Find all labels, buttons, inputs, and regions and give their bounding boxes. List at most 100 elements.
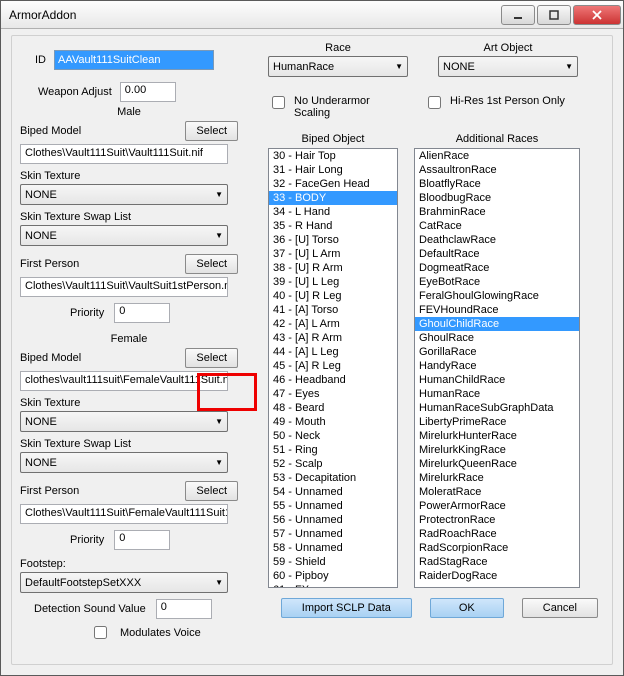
footstep-dropdown[interactable]: DefaultFootstepSetXXX▼	[20, 572, 228, 593]
list-item[interactable]: MirelurkQueenRace	[415, 457, 579, 471]
list-item[interactable]: 30 - Hair Top	[269, 149, 397, 163]
modulates-voice-checkbox[interactable]	[94, 626, 107, 639]
list-item[interactable]: RadStagRace	[415, 555, 579, 569]
list-item[interactable]: 53 - Decapitation	[269, 471, 397, 485]
weapon-adjust-input[interactable]: 0.00	[120, 82, 176, 102]
list-item[interactable]: 43 - [A] R Arm	[269, 331, 397, 345]
list-item[interactable]: 59 - Shield	[269, 555, 397, 569]
list-item[interactable]: RaiderDogRace	[415, 569, 579, 583]
list-item[interactable]: 51 - Ring	[269, 443, 397, 457]
female-biped-path[interactable]: clothes\vault111suit\FemaleVault111Suit.…	[20, 371, 228, 391]
minimize-button[interactable]	[501, 5, 535, 25]
list-item[interactable]: 33 - BODY	[269, 191, 397, 205]
list-item[interactable]: BloodbugRace	[415, 191, 579, 205]
list-item[interactable]: 47 - Eyes	[269, 387, 397, 401]
biped-object-list[interactable]: 30 - Hair Top31 - Hair Long32 - FaceGen …	[268, 148, 398, 588]
list-item[interactable]: 48 - Beard	[269, 401, 397, 415]
female-skin-texture-dropdown[interactable]: NONE▼	[20, 411, 228, 432]
list-item[interactable]: ProtectronRace	[415, 513, 579, 527]
list-item[interactable]: 52 - Scalp	[269, 457, 397, 471]
list-item[interactable]: DefaultRace	[415, 247, 579, 261]
list-item[interactable]: 58 - Unnamed	[269, 541, 397, 555]
male-first-person-path[interactable]: Clothes\Vault111Suit\VaultSuit1stPerson.…	[20, 277, 228, 297]
male-first-person-select-button[interactable]: Select	[185, 254, 238, 274]
additional-races-list[interactable]: AlienRaceAssaultronRaceBloatflyRaceBlood…	[414, 148, 580, 588]
id-input[interactable]	[54, 50, 214, 70]
list-item[interactable]: GhoulRace	[415, 331, 579, 345]
list-item[interactable]: 54 - Unnamed	[269, 485, 397, 499]
list-item[interactable]: EyeBotRace	[415, 275, 579, 289]
list-item[interactable]: 44 - [A] L Leg	[269, 345, 397, 359]
list-item[interactable]: AssaultronRace	[415, 163, 579, 177]
list-item[interactable]: FEVHoundRace	[415, 303, 579, 317]
list-item[interactable]: 41 - [A] Torso	[269, 303, 397, 317]
race-dropdown[interactable]: HumanRace▼	[268, 56, 408, 77]
list-item[interactable]: 37 - [U] L Arm	[269, 247, 397, 261]
list-item[interactable]: BloatflyRace	[415, 177, 579, 191]
list-item[interactable]: 57 - Unnamed	[269, 527, 397, 541]
chevron-down-icon: ▼	[215, 231, 223, 240]
list-item[interactable]: 40 - [U] R Leg	[269, 289, 397, 303]
list-item[interactable]: 34 - L Hand	[269, 205, 397, 219]
list-item[interactable]: 38 - [U] R Arm	[269, 261, 397, 275]
list-item[interactable]: 50 - Neck	[269, 429, 397, 443]
list-item[interactable]: BrahminRace	[415, 205, 579, 219]
cancel-button[interactable]: Cancel	[522, 598, 598, 618]
detection-input[interactable]: 0	[156, 599, 212, 619]
list-item[interactable]: 35 - R Hand	[269, 219, 397, 233]
list-item[interactable]: 61 - FX	[269, 583, 397, 588]
list-item[interactable]: RadScorpionRace	[415, 541, 579, 555]
male-priority-input[interactable]: 0	[114, 303, 170, 323]
list-item[interactable]: 36 - [U] Torso	[269, 233, 397, 247]
male-skin-texture-dropdown[interactable]: NONE▼	[20, 184, 228, 205]
list-item[interactable]: 45 - [A] R Leg	[269, 359, 397, 373]
list-item[interactable]: 32 - FaceGen Head	[269, 177, 397, 191]
male-biped-select-button[interactable]: Select	[185, 121, 238, 141]
list-item[interactable]: 55 - Unnamed	[269, 499, 397, 513]
list-item[interactable]: HandyRace	[415, 359, 579, 373]
list-item[interactable]: FeralGhoulGlowingRace	[415, 289, 579, 303]
ok-button[interactable]: OK	[430, 598, 504, 618]
list-item[interactable]: HumanChildRace	[415, 373, 579, 387]
male-skin-swap-label: Skin Texture Swap List	[20, 211, 238, 223]
additional-races-title: Additional Races	[414, 133, 580, 145]
male-skin-swap-dropdown[interactable]: NONE▼	[20, 225, 228, 246]
no-underarmor-checkbox[interactable]	[272, 96, 285, 109]
list-item[interactable]: AlienRace	[415, 149, 579, 163]
list-item[interactable]: DeathclawRace	[415, 233, 579, 247]
list-item[interactable]: 46 - Headband	[269, 373, 397, 387]
list-item[interactable]: HumanRaceSubGraphData	[415, 401, 579, 415]
titlebar[interactable]: ArmorAddon	[1, 1, 623, 29]
list-item[interactable]: 39 - [U] L Leg	[269, 275, 397, 289]
list-item[interactable]: GhoulChildRace	[415, 317, 579, 331]
list-item[interactable]: GorillaRace	[415, 345, 579, 359]
maximize-button[interactable]	[537, 5, 571, 25]
list-item[interactable]: 42 - [A] L Arm	[269, 317, 397, 331]
hires-label: Hi-Res 1st Person Only	[450, 95, 565, 107]
right-area: Race HumanRace▼ Art Object NONE▼ No Unde…	[268, 42, 604, 656]
list-item[interactable]: PowerArmorRace	[415, 499, 579, 513]
list-item[interactable]: MirelurkHunterRace	[415, 429, 579, 443]
male-biped-path[interactable]: Clothes\Vault111Suit\Vault111Suit.nif	[20, 144, 228, 164]
hires-checkbox[interactable]	[428, 96, 441, 109]
list-item[interactable]: 49 - Mouth	[269, 415, 397, 429]
import-sclp-button[interactable]: Import SCLP Data	[281, 598, 412, 618]
list-item[interactable]: HumanRace	[415, 387, 579, 401]
art-object-dropdown[interactable]: NONE▼	[438, 56, 578, 77]
list-item[interactable]: 60 - Pipboy	[269, 569, 397, 583]
close-button[interactable]	[573, 5, 621, 25]
female-first-person-path[interactable]: Clothes\Vault111Suit\FemaleVault111Suit1	[20, 504, 228, 524]
list-item[interactable]: MirelurkKingRace	[415, 443, 579, 457]
list-item[interactable]: MirelurkRace	[415, 471, 579, 485]
list-item[interactable]: 31 - Hair Long	[269, 163, 397, 177]
list-item[interactable]: CatRace	[415, 219, 579, 233]
female-priority-input[interactable]: 0	[114, 530, 170, 550]
list-item[interactable]: 56 - Unnamed	[269, 513, 397, 527]
list-item[interactable]: MoleratRace	[415, 485, 579, 499]
list-item[interactable]: DogmeatRace	[415, 261, 579, 275]
list-item[interactable]: LibertyPrimeRace	[415, 415, 579, 429]
female-first-person-select-button[interactable]: Select	[185, 481, 238, 501]
female-biped-select-button[interactable]: Select	[185, 348, 238, 368]
female-skin-swap-dropdown[interactable]: NONE▼	[20, 452, 228, 473]
list-item[interactable]: RadRoachRace	[415, 527, 579, 541]
